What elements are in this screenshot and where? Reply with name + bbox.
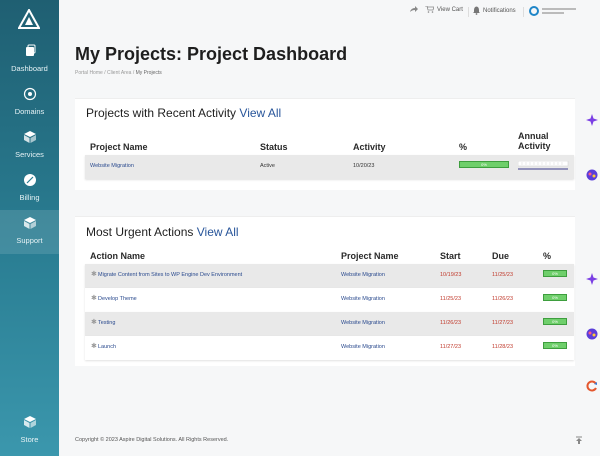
progress-bar: 0% [543, 270, 567, 277]
sidebar-item-label: Support [16, 236, 43, 245]
footer-copyright: Copyright © 2023 Aspire Digital Solution… [75, 437, 229, 443]
box-icon [23, 416, 36, 428]
table-row[interactable]: Website Migration Active 10/20/23 0% [85, 155, 574, 179]
status-text: Active [260, 163, 275, 169]
table-row[interactable]: ✱ Launch Website Migration 11/27/23 11/2… [85, 336, 574, 360]
sidebar-item-domains[interactable]: Domains [0, 87, 59, 128]
due-date: 11/27/23 [492, 320, 514, 326]
start-date: 11/27/23 [440, 344, 462, 350]
action-name-link[interactable]: Testing [98, 320, 115, 326]
notifications-label: Notifications [483, 7, 516, 14]
gear-icon: ✱ [91, 343, 97, 350]
col-percent[interactable]: % [543, 251, 551, 261]
recent-view-all-link[interactable]: View All [239, 106, 281, 120]
sparkle-icon[interactable] [585, 113, 599, 127]
project-name-link[interactable]: Website Migration [341, 296, 385, 302]
cart-icon [425, 6, 434, 13]
sidebar-item-dashboard[interactable]: Dashboard [0, 44, 59, 85]
bell-icon [473, 6, 480, 15]
globe-icon [23, 87, 36, 101]
col-start[interactable]: Start [440, 251, 461, 261]
user-name-placeholder [542, 6, 578, 16]
sidebar-item-store[interactable]: Store [0, 415, 59, 456]
sidebar-item-label: Billing [19, 193, 40, 202]
progress-bar: 0% [543, 342, 567, 349]
leaf-icon [23, 174, 36, 186]
view-cart-label: View Cart [437, 6, 463, 13]
col-activity[interactable]: Activity [353, 142, 386, 152]
dashboard-icon [25, 44, 35, 56]
top-bar: View Cart Notifications [59, 0, 600, 24]
col-annual-activity[interactable]: Annual Activity [518, 131, 558, 151]
breadcrumb-portal-home[interactable]: Portal Home [75, 70, 103, 76]
recent-activity-card: Projects with Recent Activity View All P… [75, 98, 575, 190]
progress-bar: 0% [543, 294, 567, 301]
gear-icon: ✱ [91, 271, 97, 278]
sidebar-item-services[interactable]: Services [0, 130, 59, 171]
start-date: 10/19/23 [440, 272, 462, 278]
table-row[interactable]: ✱ Develop Theme Website Migration 11/25/… [85, 288, 574, 312]
notifications-link[interactable]: Notifications [473, 6, 516, 15]
table-row[interactable]: ✱ Migrate Content from Sites to WP Engin… [85, 264, 574, 288]
annual-activity-sparkline [518, 161, 569, 170]
sidebar-item-label: Domains [14, 107, 45, 116]
refresh-icon[interactable] [585, 379, 599, 393]
urgent-actions-heading: Most Urgent Actions View All [86, 225, 239, 239]
ai-assistant-icon[interactable] [585, 327, 599, 341]
project-name-link[interactable]: Website Migration [341, 344, 385, 350]
divider [468, 7, 469, 17]
recent-activity-title: Projects with Recent Activity [86, 106, 237, 120]
col-percent[interactable]: % [459, 142, 467, 152]
share-arrow-icon [410, 6, 418, 12]
gear-icon: ✱ [91, 295, 97, 302]
recent-activity-heading: Projects with Recent Activity View All [86, 106, 281, 120]
avatar-icon [529, 6, 539, 16]
due-date: 11/28/23 [492, 344, 514, 350]
breadcrumb-client-area[interactable]: Client Area [107, 70, 131, 76]
ai-assistant-icon[interactable] [585, 168, 599, 182]
col-action-name[interactable]: Action Name [90, 251, 145, 261]
sidebar-item-support[interactable]: Support [0, 210, 59, 254]
breadcrumb-current: My Projects [135, 70, 162, 76]
due-date: 11/25/23 [492, 272, 514, 278]
col-project-name[interactable]: Project Name [341, 251, 399, 261]
gear-icon: ✱ [91, 319, 97, 326]
start-date: 11/25/23 [440, 296, 462, 302]
progress-bar: 0% [459, 161, 509, 168]
sidebar: Dashboard Domains Services Billing Suppo… [0, 0, 59, 456]
share-button[interactable] [409, 6, 418, 13]
urgent-actions-card: Most Urgent Actions View All Action Name… [75, 216, 575, 366]
sidebar-item-label: Store [20, 435, 39, 444]
breadcrumb: Portal Home / Client Area / My Projects [75, 70, 162, 76]
action-name-link[interactable]: Migrate Content from Sites to WP Engine … [98, 272, 242, 278]
project-name-link[interactable]: Website Migration [341, 272, 385, 278]
col-project-name[interactable]: Project Name [90, 142, 148, 152]
due-date: 11/26/23 [492, 296, 514, 302]
activity-date: 10/20/23 [353, 163, 375, 169]
support-icon [23, 217, 36, 229]
sidebar-item-label: Services [15, 150, 44, 159]
back-to-top-icon[interactable] [575, 436, 583, 445]
user-menu[interactable] [529, 6, 578, 16]
progress-bar: 0% [543, 318, 567, 325]
urgent-view-all-link[interactable]: View All [197, 225, 239, 239]
sidebar-item-billing[interactable]: Billing [0, 173, 59, 214]
start-date: 11/26/23 [440, 320, 462, 326]
table-row[interactable]: ✱ Testing Website Migration 11/26/23 11/… [85, 312, 574, 336]
col-status[interactable]: Status [260, 142, 288, 152]
brand-logo[interactable] [18, 9, 40, 29]
box-icon [23, 131, 36, 143]
action-name-link[interactable]: Launch [98, 344, 116, 350]
sparkle-icon[interactable] [585, 272, 599, 286]
view-cart-link[interactable]: View Cart [425, 6, 463, 13]
divider [523, 7, 524, 17]
page-title: My Projects: Project Dashboard [75, 44, 348, 64]
project-name-link[interactable]: Website Migration [341, 320, 385, 326]
project-name-link[interactable]: Website Migration [90, 163, 134, 169]
action-name-link[interactable]: Develop Theme [98, 296, 137, 302]
sidebar-item-label: Dashboard [11, 64, 48, 73]
col-due[interactable]: Due [492, 251, 509, 261]
urgent-actions-title: Most Urgent Actions [86, 225, 194, 239]
